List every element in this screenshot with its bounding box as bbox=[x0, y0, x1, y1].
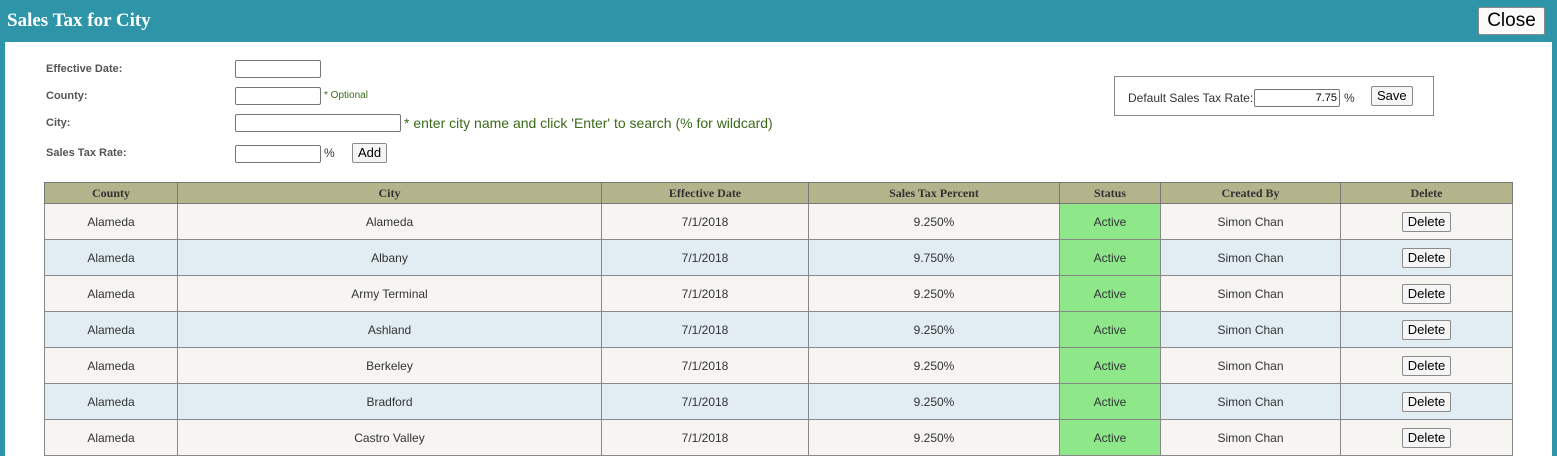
add-button[interactable]: Add bbox=[352, 143, 388, 163]
header-county[interactable]: County bbox=[44, 182, 178, 204]
header-status[interactable]: Status bbox=[1059, 182, 1161, 204]
cell-percent: 9.250% bbox=[808, 311, 1060, 348]
header-effective-date[interactable]: Effective Date bbox=[601, 182, 809, 204]
cell-created-by: Simon Chan bbox=[1160, 203, 1341, 240]
table-row: Alameda Bradford 7/1/2018 9.250% Active … bbox=[44, 383, 1513, 420]
city-label: City: bbox=[46, 117, 71, 129]
sales-tax-table: County City Effective Date Sales Tax Per… bbox=[44, 182, 1513, 456]
delete-button[interactable]: Delete bbox=[1401, 319, 1452, 340]
effective-date-input[interactable] bbox=[235, 60, 321, 78]
header-delete: Delete bbox=[1340, 182, 1513, 204]
sales-tax-rate-label: Sales Tax Rate: bbox=[46, 147, 127, 159]
cell-city: Castro Valley bbox=[177, 419, 602, 456]
effective-date-label: Effective Date: bbox=[46, 63, 123, 75]
cell-delete: Delete bbox=[1340, 383, 1513, 420]
delete-button[interactable]: Delete bbox=[1401, 211, 1452, 232]
delete-button[interactable]: Delete bbox=[1401, 391, 1452, 412]
city-input[interactable] bbox=[235, 114, 401, 132]
cell-county: Alameda bbox=[44, 275, 178, 312]
cell-city: Alameda bbox=[177, 203, 602, 240]
cell-created-by: Simon Chan bbox=[1160, 347, 1341, 384]
cell-created-by: Simon Chan bbox=[1160, 275, 1341, 312]
delete-button[interactable]: Delete bbox=[1401, 283, 1452, 304]
cell-status: Active bbox=[1059, 347, 1161, 384]
cell-percent: 9.250% bbox=[808, 383, 1060, 420]
window-title: Sales Tax for City bbox=[7, 10, 151, 31]
table-row: Alameda Ashland 7/1/2018 9.250% Active S… bbox=[44, 311, 1513, 348]
sales-tax-rate-input[interactable] bbox=[235, 145, 321, 163]
dialog-content: Effective Date: County: * Optional City:… bbox=[5, 42, 1552, 456]
cell-county: Alameda bbox=[44, 311, 178, 348]
save-button[interactable]: Save bbox=[1371, 86, 1413, 106]
cell-status: Active bbox=[1059, 239, 1161, 276]
default-rate-label: Default Sales Tax Rate: bbox=[1128, 91, 1254, 105]
cell-created-by: Simon Chan bbox=[1160, 311, 1341, 348]
cell-status: Active bbox=[1059, 419, 1161, 456]
table-row: Alameda Castro Valley 7/1/2018 9.250% Ac… bbox=[44, 419, 1513, 456]
cell-effective-date: 7/1/2018 bbox=[601, 275, 809, 312]
cell-effective-date: 7/1/2018 bbox=[601, 311, 809, 348]
default-rate-panel: Default Sales Tax Rate: % Save bbox=[1114, 76, 1434, 116]
cell-effective-date: 7/1/2018 bbox=[601, 419, 809, 456]
table-header-row: County City Effective Date Sales Tax Per… bbox=[44, 182, 1513, 204]
default-rate-input[interactable] bbox=[1254, 89, 1340, 107]
delete-button[interactable]: Delete bbox=[1401, 355, 1452, 376]
cell-delete: Delete bbox=[1340, 275, 1513, 312]
table-row: Alameda Alameda 7/1/2018 9.250% Active S… bbox=[44, 203, 1513, 240]
cell-delete: Delete bbox=[1340, 311, 1513, 348]
header-city[interactable]: City bbox=[177, 182, 602, 204]
cell-status: Active bbox=[1059, 311, 1161, 348]
cell-delete: Delete bbox=[1340, 347, 1513, 384]
cell-delete: Delete bbox=[1340, 419, 1513, 456]
table-row: Alameda Berkeley 7/1/2018 9.250% Active … bbox=[44, 347, 1513, 384]
cell-county: Alameda bbox=[44, 239, 178, 276]
header-created-by[interactable]: Created By bbox=[1160, 182, 1341, 204]
cell-city: Bradford bbox=[177, 383, 602, 420]
city-hint: * enter city name and click 'Enter' to s… bbox=[404, 115, 773, 131]
cell-county: Alameda bbox=[44, 419, 178, 456]
cell-county: Alameda bbox=[44, 203, 178, 240]
table-row: Alameda Army Terminal 7/1/2018 9.250% Ac… bbox=[44, 275, 1513, 312]
cell-percent: 9.250% bbox=[808, 203, 1060, 240]
cell-city: Albany bbox=[177, 239, 602, 276]
cell-percent: 9.250% bbox=[808, 347, 1060, 384]
cell-city: Berkeley bbox=[177, 347, 602, 384]
cell-delete: Delete bbox=[1340, 239, 1513, 276]
cell-city: Army Terminal bbox=[177, 275, 602, 312]
delete-button[interactable]: Delete bbox=[1401, 427, 1452, 448]
table-row: Alameda Albany 7/1/2018 9.750% Active Si… bbox=[44, 239, 1513, 276]
county-input[interactable] bbox=[235, 87, 321, 105]
cell-county: Alameda bbox=[44, 383, 178, 420]
cell-created-by: Simon Chan bbox=[1160, 383, 1341, 420]
cell-percent: 9.750% bbox=[808, 239, 1060, 276]
cell-percent: 9.250% bbox=[808, 419, 1060, 456]
rate-percent-symbol: % bbox=[324, 146, 335, 160]
cell-effective-date: 7/1/2018 bbox=[601, 347, 809, 384]
county-hint: * Optional bbox=[324, 90, 368, 101]
cell-effective-date: 7/1/2018 bbox=[601, 239, 809, 276]
cell-status: Active bbox=[1059, 275, 1161, 312]
cell-percent: 9.250% bbox=[808, 275, 1060, 312]
cell-delete: Delete bbox=[1340, 203, 1513, 240]
cell-county: Alameda bbox=[44, 347, 178, 384]
cell-status: Active bbox=[1059, 203, 1161, 240]
cell-created-by: Simon Chan bbox=[1160, 239, 1341, 276]
cell-status: Active bbox=[1059, 383, 1161, 420]
cell-effective-date: 7/1/2018 bbox=[601, 383, 809, 420]
header-sales-tax-percent[interactable]: Sales Tax Percent bbox=[808, 182, 1060, 204]
title-bar: Sales Tax for City Close bbox=[0, 0, 1557, 42]
cell-created-by: Simon Chan bbox=[1160, 419, 1341, 456]
county-label: County: bbox=[46, 90, 88, 102]
cell-city: Ashland bbox=[177, 311, 602, 348]
delete-button[interactable]: Delete bbox=[1401, 247, 1452, 268]
close-button[interactable]: Close bbox=[1478, 7, 1545, 35]
cell-effective-date: 7/1/2018 bbox=[601, 203, 809, 240]
default-rate-percent-symbol: % bbox=[1344, 91, 1355, 105]
